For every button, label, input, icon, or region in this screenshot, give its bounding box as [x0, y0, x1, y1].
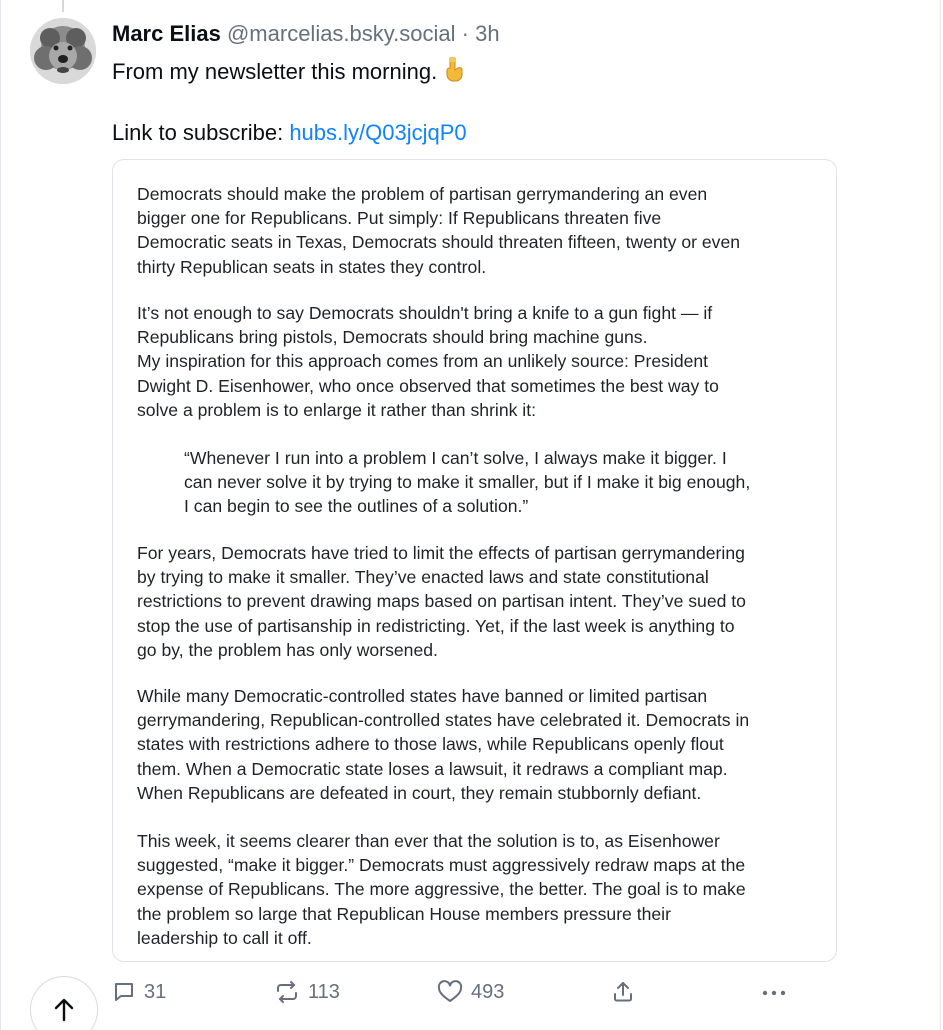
- author-handle[interactable]: @marcelias.bsky.social: [227, 21, 456, 46]
- embed-paragraph-3: For years, Democrats have tried to limit…: [137, 543, 746, 660]
- like-icon: [437, 980, 463, 1002]
- post-header: Marc Elias @marcelias.bsky.social · 3h: [112, 20, 500, 48]
- arrow-up-icon: [54, 998, 74, 1022]
- newsletter-image[interactable]: Democrats should make the problem of par…: [112, 159, 837, 962]
- subscribe-line: Link to subscribe: hubs.ly/Q03jcjqP0: [112, 119, 467, 147]
- reply-button[interactable]: 31: [112, 980, 166, 1004]
- embed-paragraph-4: While many Democratic-controlled states …: [137, 686, 750, 803]
- embed-paragraph-1: Democrats should make the problem of par…: [137, 184, 741, 277]
- post-actions: 31 113 493: [0, 975, 943, 1015]
- like-button[interactable]: 493: [437, 980, 504, 1004]
- author-name[interactable]: Marc Elias: [112, 21, 221, 46]
- post-text: From my newsletter this morning.: [112, 59, 438, 84]
- avatar-dog-image: [30, 18, 96, 84]
- subscribe-link[interactable]: hubs.ly/Q03jcjqP0: [289, 120, 466, 145]
- post-time[interactable]: 3h: [475, 21, 499, 46]
- share-button[interactable]: [611, 980, 635, 1004]
- subscribe-label: Link to subscribe:: [112, 120, 290, 145]
- reply-icon: [115, 983, 133, 1001]
- pointing-down-emoji-icon: [443, 56, 465, 89]
- like-count: 493: [471, 980, 505, 1003]
- repost-icon: [277, 981, 297, 1003]
- thread-line: [62, 0, 64, 12]
- repost-button[interactable]: 113: [274, 980, 340, 1004]
- repost-count: 113: [308, 980, 340, 1003]
- embed-paragraph-2: It’s not enough to say Democrats shouldn…: [137, 303, 719, 420]
- reply-count: 31: [144, 980, 167, 1003]
- right-border: [940, 0, 941, 1030]
- separator: ·: [461, 21, 469, 46]
- embed-paragraph-5: This week, it seems clearer than ever th…: [137, 831, 746, 948]
- post-text-line: From my newsletter this morning.: [112, 56, 465, 89]
- more-icon: [762, 990, 786, 996]
- embed-quote: “Whenever I run into a problem I can’t s…: [184, 448, 751, 517]
- avatar[interactable]: [30, 18, 96, 84]
- share-icon: [614, 982, 632, 1002]
- left-border: [0, 0, 1, 1030]
- more-options-button[interactable]: [760, 980, 788, 1004]
